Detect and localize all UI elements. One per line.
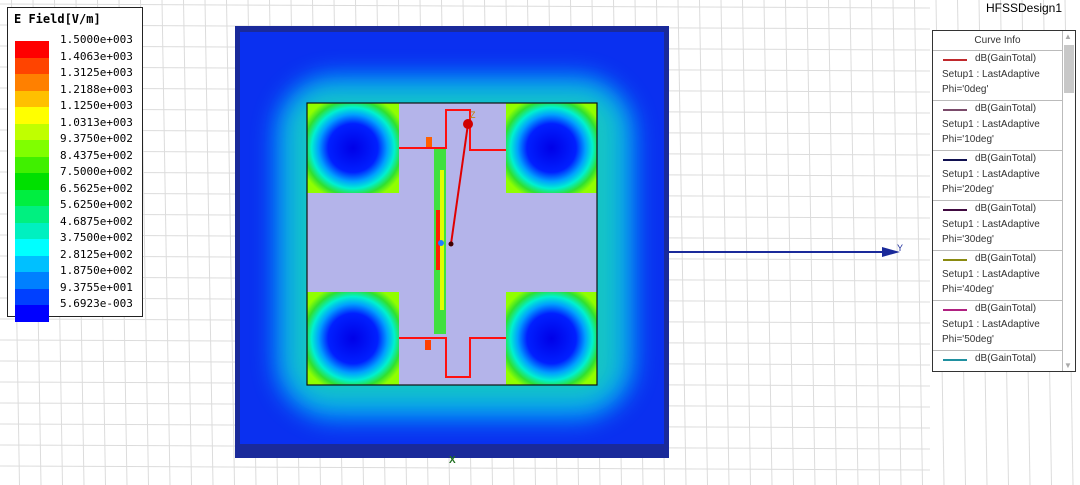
curve-setup: Setup1 : LastAdaptive [942,269,1040,280]
scroll-thumb[interactable] [1064,45,1074,93]
legend-value: 1.0313e+003 [60,115,133,129]
legend-swatch [15,305,49,322]
curve-param: Phi='50deg' [942,334,994,345]
field-pocket-br [506,292,597,385]
legend-swatch [15,272,49,289]
legend-swatch [15,206,49,223]
legend-value: 2.8125e+002 [60,247,133,261]
legend-value: 7.5000e+002 [60,165,133,178]
curve-info-scrollbar[interactable]: ▲ ▼ [1062,31,1075,371]
legend-swatch [15,173,49,190]
curve-color-line [943,209,967,211]
legend-value: 6.5625e+002 [60,181,133,195]
curve-setup: Setup1 : LastAdaptive [942,119,1040,130]
field-pocket-tl [307,103,399,193]
curve-param: Phi='10deg' [942,134,994,145]
curve-param: Phi='30deg' [942,234,994,245]
legend-value: 3.7500e+002 [60,231,133,244]
curve-expression: dB(GainTotal) [975,203,1037,214]
legend-value: 1.8750e+002 [60,264,133,277]
curve-setup: Setup1 : LastAdaptive [942,169,1040,180]
legend-swatch [15,189,49,206]
curve-entry[interactable]: dB(GainTotal) Setup1 : LastAdaptive Phi=… [933,151,1062,201]
legend-value: 1.4063e+003 [60,49,133,63]
legend-value: 1.5000e+003 [60,33,133,46]
curve-expression: dB(GainTotal) [975,253,1037,264]
legend-value: 8.4375e+002 [60,148,133,162]
curve-expression: dB(GainTotal) [975,303,1037,314]
curve-setup: Setup1 : LastAdaptive [942,219,1040,230]
curve-color-line [943,359,967,361]
curve-entry[interactable]: dB(GainTotal) [933,351,1062,371]
legend-swatch [15,140,49,157]
design-name: HFSSDesign1 [986,1,1063,15]
legend-value: 9.3750e+002 [60,132,133,145]
y-axis-label: Y [897,243,903,253]
legend-value: 1.3125e+003 [60,66,133,79]
curve-param: Phi='40deg' [942,284,994,295]
legend-value: 4.6875e+002 [60,214,133,228]
legend-value: 1.1250e+003 [60,99,133,112]
z-axis-label: Z [470,110,476,120]
legend-value: 5.6250e+002 [60,198,133,211]
curve-color-line [943,259,967,261]
curve-info-title: Curve Info [933,31,1062,51]
legend-value: 1.2188e+003 [60,82,133,96]
legend-swatch [15,90,49,107]
curve-setup: Setup1 : LastAdaptive [942,319,1040,330]
legend-swatch [15,222,49,239]
curve-color-line [943,309,967,311]
legend-title: E Field[V/m] [14,12,101,26]
curve-expression: dB(GainTotal) [975,103,1037,114]
curve-info-panel[interactable]: Curve Info dB(GainTotal) Setup1 : LastAd… [932,30,1076,372]
legend-swatch [15,255,49,272]
curve-expression: dB(GainTotal) [975,53,1037,64]
curve-entry[interactable]: dB(GainTotal) Setup1 : LastAdaptive Phi=… [933,51,1062,101]
x-axis-label: X [449,455,456,466]
curve-expression: dB(GainTotal) [975,153,1037,164]
scroll-up-icon[interactable]: ▲ [1064,32,1072,41]
curve-entry[interactable]: dB(GainTotal) Setup1 : LastAdaptive Phi=… [933,301,1062,351]
curve-param: Phi='20deg' [942,184,994,195]
legend-value: 9.3755e+001 [60,280,133,294]
curve-setup: Setup1 : LastAdaptive [942,69,1040,80]
legend-swatch [15,239,49,256]
curve-color-line [943,109,967,111]
legend-swatch [15,74,49,91]
curve-color-line [943,159,967,161]
legend-value: 5.6923e-003 [60,297,133,310]
field-pocket-bl [307,292,399,385]
scroll-down-icon[interactable]: ▼ [1064,361,1072,370]
curve-color-line [943,59,967,61]
field-pocket-tr [506,103,597,193]
curve-entry[interactable]: dB(GainTotal) Setup1 : LastAdaptive Phi=… [933,201,1062,251]
legend-swatch [15,288,49,305]
legend-swatch [15,107,49,124]
field-legend[interactable]: E Field[V/m] 1.5000e+003 1.4063e+003 1.312… [7,7,143,322]
3d-viewport[interactable]: Y X Z [0,0,1080,485]
curve-entry[interactable]: dB(GainTotal) Setup1 : LastAdaptive Phi=… [933,251,1062,301]
legend-swatch [15,156,49,173]
curve-param: Phi='0deg' [942,84,989,95]
legend-swatch [15,57,49,74]
legend-swatch [15,41,49,58]
legend-swatch [15,123,49,140]
curve-expression: dB(GainTotal) [975,353,1037,364]
curve-entry[interactable]: dB(GainTotal) Setup1 : LastAdaptive Phi=… [933,101,1062,151]
